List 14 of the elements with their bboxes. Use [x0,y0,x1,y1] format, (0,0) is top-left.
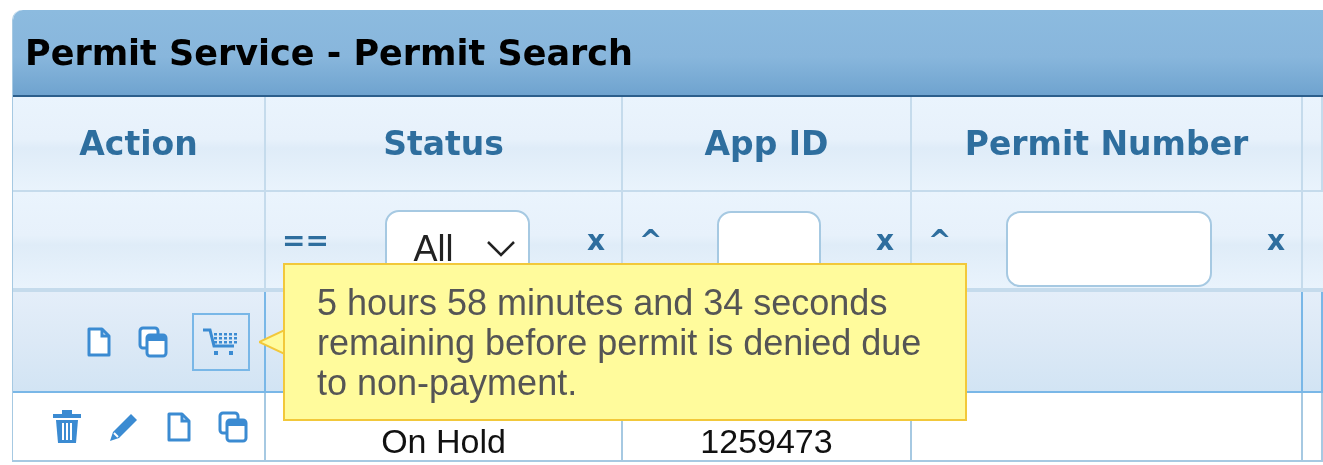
window-title: Permit Service - Permit Search [25,32,633,73]
clear-filter-button[interactable]: x [875,223,894,257]
operator-label[interactable]: == [282,223,329,257]
status-text: On Hold [381,422,506,460]
column-header[interactable]: Action [13,97,266,192]
clear-filter-button[interactable]: x [586,223,605,257]
operator-label[interactable]: ^ [928,223,952,257]
app-id-text: 1259473 [700,422,833,460]
tooltip: 5 hours 58 minutes and 34 seconds remaining before permit is denied due to non-payment. [283,263,967,421]
clear-filter-button[interactable]: x [1266,223,1285,257]
column-header[interactable]: App ID [623,97,912,192]
column-header[interactable]: Permit Number [912,97,1303,192]
operator-label[interactable]: ^ [639,223,663,257]
column-header[interactable]: Status [266,97,623,192]
